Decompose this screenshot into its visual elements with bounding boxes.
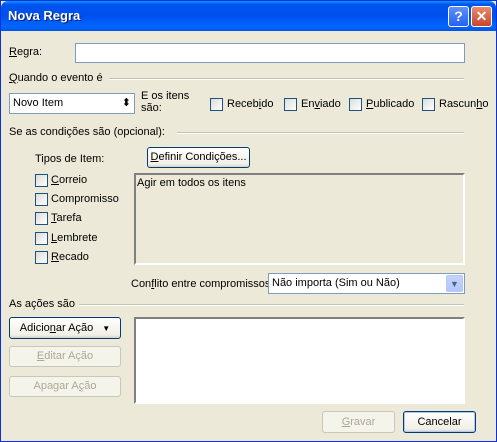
published-checkbox[interactable]	[349, 98, 362, 111]
appointment-label: Compromisso	[51, 193, 119, 205]
conditions-summary-text: Agir em todos os itens	[137, 177, 246, 189]
appointment-checkbox[interactable]	[35, 193, 48, 206]
event-separator	[109, 78, 464, 80]
cancel-button[interactable]: Cancelar	[403, 411, 476, 433]
sent-checkbox[interactable]	[284, 98, 297, 111]
actions-separator	[79, 304, 464, 306]
item-types-label: Tipos de Item:	[35, 153, 105, 165]
save-button[interactable]: Gravar	[322, 411, 395, 433]
conflict-label: Conflito entre compromissos:	[131, 278, 274, 290]
draft-checkbox[interactable]	[422, 98, 435, 111]
mail-label: Correio	[51, 174, 88, 186]
conditions-section-label: Se as condições são (opcional):	[9, 126, 165, 138]
message-checkbox[interactable]	[35, 251, 48, 264]
actions-list[interactable]	[134, 317, 465, 404]
help-button[interactable]: ?	[448, 6, 469, 27]
delete-action-button[interactable]: Apagar Ação	[9, 376, 121, 397]
received-checkbox[interactable]	[210, 98, 223, 111]
reminder-label: Lembrete	[51, 232, 98, 244]
add-action-button[interactable]: Adicionar Ação ▼	[9, 317, 121, 339]
rule-dialog: Nova Regra ? ✕ Regra: Quando o evento é …	[0, 0, 497, 442]
help-icon: ?	[454, 8, 463, 24]
published-label: Publicado	[366, 98, 415, 110]
event-select[interactable]: Novo Item ⬍	[9, 93, 135, 114]
mail-checkbox[interactable]	[35, 174, 48, 187]
conditions-separator	[177, 132, 464, 134]
conditions-summary-box[interactable]: Agir em todos os itens	[134, 173, 465, 265]
actions-section-label: As ações são	[9, 298, 76, 310]
sent-label: Enviado	[301, 98, 341, 110]
rule-label: Regra:	[9, 46, 43, 58]
dropdown-arrow-icon: ▼	[102, 324, 111, 333]
close-button[interactable]: ✕	[471, 6, 492, 27]
event-section-label: Quando o evento é	[9, 72, 103, 84]
define-conditions-button[interactable]: Definir Condições...	[147, 147, 250, 168]
title-bar[interactable]: Nova Regra ? ✕	[1, 1, 496, 31]
rule-name-input[interactable]	[75, 43, 465, 63]
updown-arrow-icon: ⬍	[121, 97, 131, 109]
close-icon: ✕	[475, 8, 488, 24]
conflict-select[interactable]: Não importa (Sim ou Não) ▼	[268, 273, 465, 294]
window-title: Nova Regra	[8, 8, 81, 23]
received-label: Recebido	[227, 98, 274, 110]
reminder-checkbox[interactable]	[35, 232, 48, 245]
items-are-label: E os itens são:	[141, 90, 190, 114]
edit-action-button[interactable]: Editar Ação	[9, 346, 121, 367]
message-label: Recado	[51, 251, 89, 263]
draft-label: Rascunho	[439, 98, 489, 110]
chevron-down-icon[interactable]: ▼	[446, 275, 463, 292]
task-label: Tarefa	[51, 212, 82, 224]
task-checkbox[interactable]	[35, 212, 48, 225]
